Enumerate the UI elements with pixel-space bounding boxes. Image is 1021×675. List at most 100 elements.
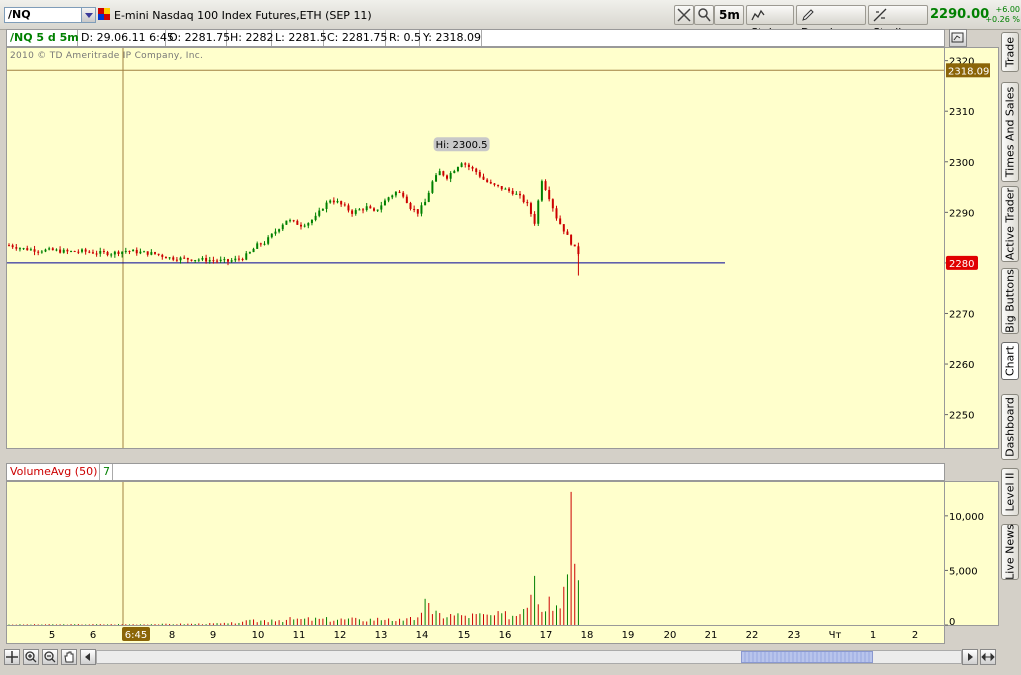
candle-bar bbox=[497, 184, 500, 188]
studies-button[interactable]: Studies bbox=[868, 5, 928, 39]
price-tick-label: 2250 bbox=[949, 411, 974, 422]
candle-body bbox=[456, 167, 459, 172]
time-tick-label: 1 bbox=[870, 630, 876, 641]
crosshair-tool-button[interactable] bbox=[674, 5, 694, 25]
tab-level-ii[interactable]: Level II bbox=[1001, 468, 1019, 516]
candle-body bbox=[398, 191, 401, 193]
price-axis[interactable]: 225022602270228022902300231023202318.092… bbox=[945, 47, 999, 449]
candle-bar bbox=[540, 179, 543, 202]
candle-body bbox=[307, 223, 310, 226]
price-chart-area[interactable]: Hi: 2300.5 bbox=[6, 47, 945, 449]
tab-live-news[interactable]: Live News bbox=[1001, 524, 1019, 580]
candle-body bbox=[157, 253, 160, 255]
symbol-dropdown-arrow-icon[interactable] bbox=[82, 7, 96, 23]
candle-body bbox=[292, 220, 295, 222]
candle-body bbox=[351, 210, 354, 214]
candle-body bbox=[81, 249, 83, 252]
candle-bar bbox=[453, 169, 456, 174]
candle-bar bbox=[387, 196, 390, 203]
symbol-input[interactable]: /NQ bbox=[4, 7, 82, 23]
tab-trade[interactable]: Trade bbox=[1001, 32, 1019, 72]
tab-active-trader[interactable]: Active Trader bbox=[1001, 186, 1019, 262]
candle-bar bbox=[245, 251, 248, 261]
candle-body bbox=[33, 249, 36, 252]
candle-body bbox=[489, 182, 492, 184]
candle-body bbox=[482, 176, 485, 180]
time-axis-svg: 5 6 6:45 8 9 10 11 12 13 14 15 16 17 18 19 20 21 22 23 Чт 1 2 bbox=[49, 627, 918, 641]
candle-bar bbox=[18, 247, 21, 252]
candle-body bbox=[270, 233, 273, 238]
zoom-out-button[interactable] bbox=[42, 649, 58, 665]
candle-bar bbox=[292, 219, 295, 223]
candle-bar bbox=[183, 255, 186, 259]
candle-body bbox=[405, 196, 408, 203]
chart-settings-button[interactable] bbox=[949, 29, 967, 47]
candle-body bbox=[168, 257, 171, 259]
candle-body bbox=[91, 252, 94, 254]
tab-dashboard[interactable]: Dashboard bbox=[1001, 394, 1019, 460]
candle-body bbox=[22, 248, 25, 250]
candle-bar bbox=[150, 249, 153, 256]
candle-body bbox=[526, 202, 529, 204]
candle-bar bbox=[146, 251, 149, 257]
cursor-y-value: Y: 2318.09 bbox=[420, 30, 482, 46]
tab-chart[interactable]: Chart bbox=[1001, 342, 1019, 380]
tab-times-and-sales[interactable]: Times And Sales bbox=[1001, 82, 1019, 182]
candle-body bbox=[544, 181, 547, 190]
pan-tool-button[interactable] bbox=[4, 649, 20, 665]
candle-bar bbox=[175, 257, 178, 262]
current-price-label: 2280 bbox=[949, 259, 974, 270]
expand-range-button[interactable] bbox=[980, 649, 996, 665]
symbol-period-label[interactable]: /NQ 5 d 5m bbox=[7, 30, 79, 46]
tab-big-buttons[interactable]: Big Buttons bbox=[1001, 268, 1019, 334]
candle-body bbox=[504, 188, 507, 190]
candle-bar bbox=[256, 241, 259, 250]
volume-tick-label: 10,000 bbox=[949, 512, 984, 523]
timeframe-button[interactable]: 5m bbox=[714, 5, 744, 25]
hand-tool-button[interactable] bbox=[61, 649, 77, 665]
volume-chart-area[interactable] bbox=[6, 481, 945, 626]
candle-bar bbox=[40, 250, 43, 254]
style-button[interactable]: Style bbox=[746, 5, 794, 39]
volume-axis[interactable]: 0 5,000 10,000 bbox=[945, 481, 999, 628]
candle-body bbox=[362, 209, 365, 211]
candle-bar bbox=[278, 228, 281, 234]
candle-body bbox=[8, 245, 10, 247]
time-tick-label: 20 bbox=[664, 630, 677, 641]
candle-bar bbox=[219, 256, 222, 263]
candle-body bbox=[511, 190, 514, 195]
crosshair-tool-icon bbox=[677, 8, 691, 22]
candle-bar bbox=[99, 247, 102, 257]
candle-bar bbox=[102, 248, 105, 255]
drawings-button[interactable]: Drawings bbox=[796, 5, 866, 39]
zoom-in-button[interactable] bbox=[23, 649, 39, 665]
candle-body bbox=[99, 251, 102, 254]
candle-body bbox=[135, 249, 138, 254]
candle-bar bbox=[88, 250, 91, 254]
volume-study-label[interactable]: VolumeAvg (50) bbox=[7, 464, 100, 480]
time-tick-label: 15 bbox=[458, 630, 471, 641]
candle-bar bbox=[464, 162, 467, 168]
candle-body bbox=[234, 258, 237, 261]
candle-body bbox=[259, 243, 262, 245]
candle-body bbox=[471, 166, 474, 169]
time-tick-label: 17 bbox=[540, 630, 553, 641]
time-scrollbar-thumb[interactable] bbox=[741, 651, 873, 663]
candle-body bbox=[139, 251, 142, 254]
price-tick-label: 2310 bbox=[949, 107, 974, 118]
candle-bar bbox=[91, 249, 94, 254]
candle-bar bbox=[405, 194, 408, 204]
magnifier-tool-button[interactable] bbox=[694, 5, 714, 25]
candle-body bbox=[106, 252, 109, 256]
candle-body bbox=[340, 201, 343, 205]
price-tick-label: 2290 bbox=[949, 208, 974, 219]
scroll-left-button[interactable] bbox=[80, 649, 96, 665]
candle-bar bbox=[493, 183, 496, 187]
candle-bar bbox=[358, 208, 361, 211]
scroll-right-button[interactable] bbox=[962, 649, 978, 665]
candle-body bbox=[237, 258, 240, 260]
link-group-icon[interactable] bbox=[98, 8, 110, 20]
candle-bar bbox=[362, 208, 365, 214]
pencil-icon bbox=[802, 9, 814, 21]
time-axis[interactable]: 5 6 6:45 8 9 10 11 12 13 14 15 16 17 18 19 20 21 22 23 Чт 1 2 bbox=[6, 626, 945, 644]
